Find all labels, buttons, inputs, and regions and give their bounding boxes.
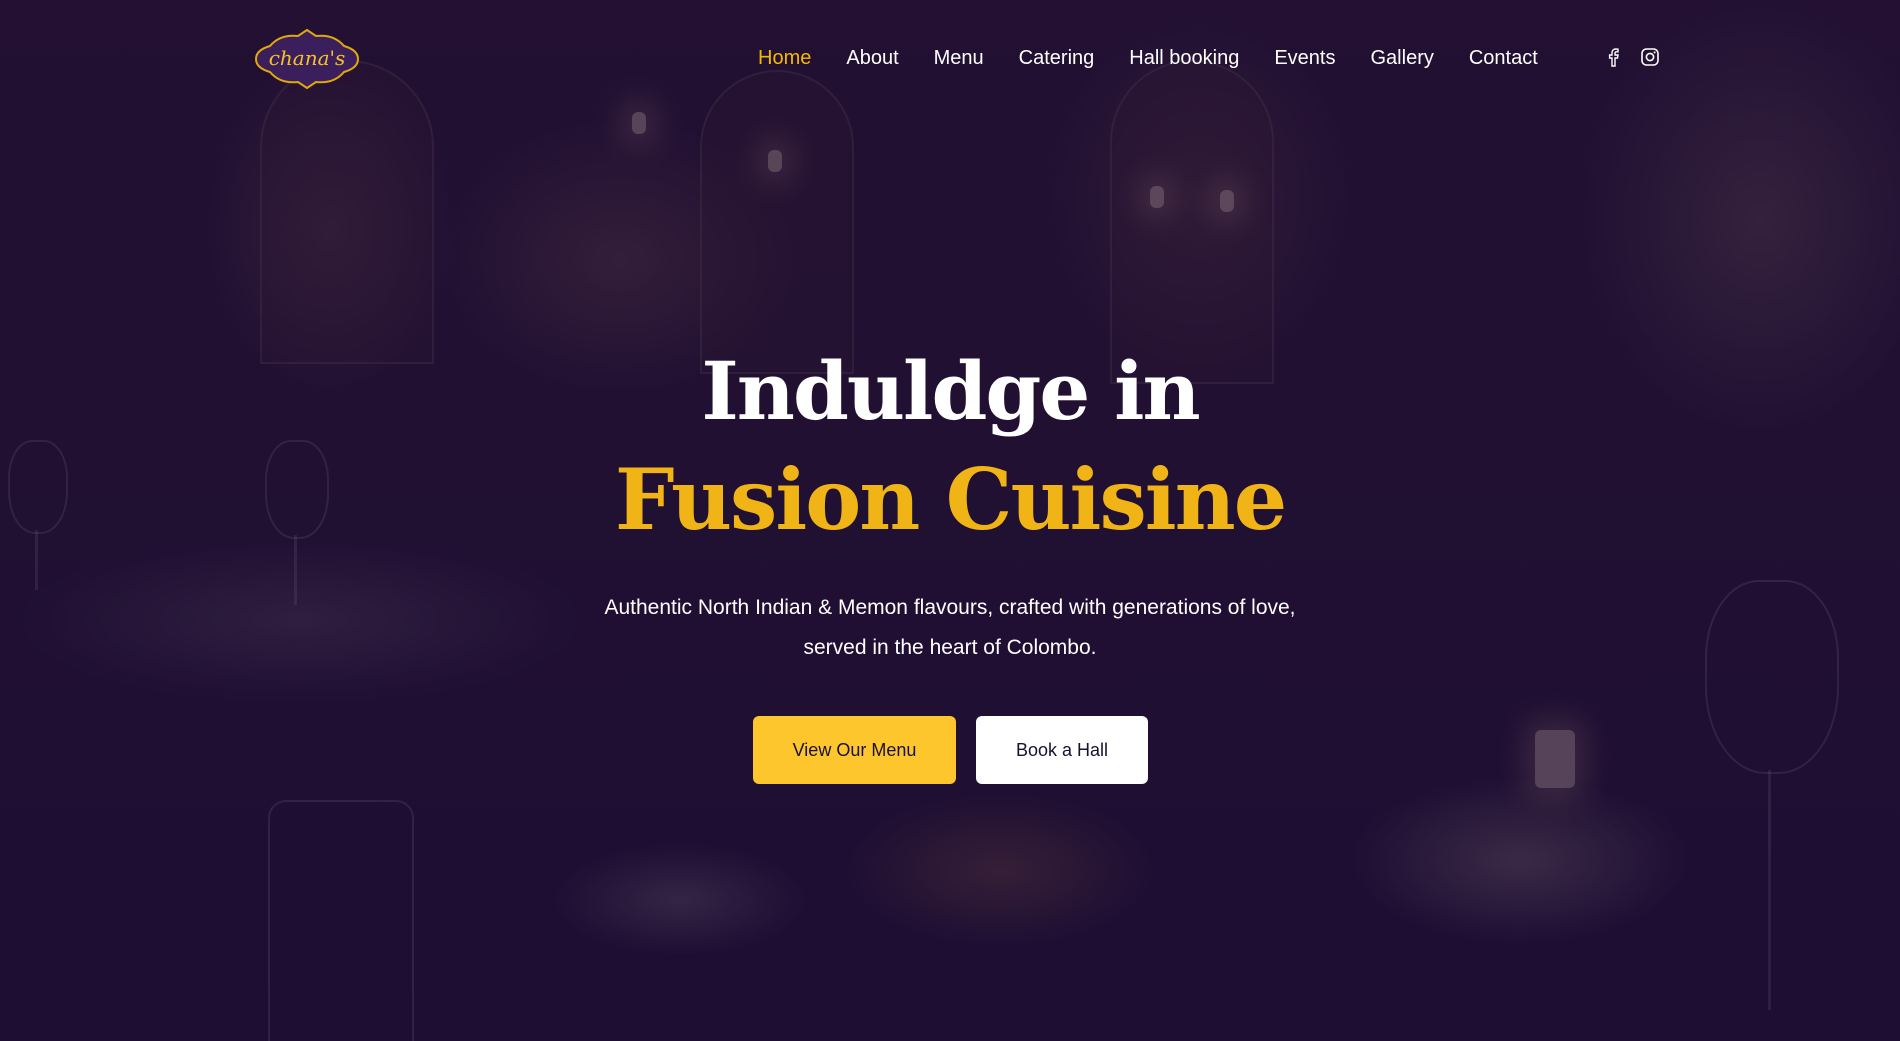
nav-item-hall-booking[interactable]: Hall booking	[1129, 46, 1239, 70]
book-hall-button[interactable]: Book a Hall	[976, 716, 1148, 784]
instagram-icon[interactable]	[1640, 47, 1660, 67]
hero-title-line1: Induldge in	[701, 344, 1200, 438]
hero-subtitle: Authentic North Indian & Memon flavours,…	[500, 588, 1400, 668]
brand-logo[interactable]: chana's	[254, 28, 360, 90]
nav-item-contact[interactable]: Contact	[1469, 46, 1538, 70]
main-menu: Home About Menu Catering Hall booking Ev…	[758, 46, 1573, 70]
hero-subtitle-line2: served in the heart of Colombo.	[803, 636, 1097, 659]
logo-text: chana's	[268, 46, 346, 70]
hero-subtitle-line1: Authentic North Indian & Memon flavours,…	[604, 596, 1296, 619]
nav-item-gallery[interactable]: Gallery	[1371, 46, 1434, 70]
social-links	[1604, 47, 1660, 67]
view-menu-button[interactable]: View Our Menu	[753, 716, 956, 784]
top-navigation: chana's Home About Menu Catering Hall bo…	[0, 0, 1900, 110]
hero-section: chana's Home About Menu Catering Hall bo…	[0, 0, 1900, 1041]
nav-item-home[interactable]: Home	[758, 46, 811, 70]
facebook-icon[interactable]	[1604, 47, 1624, 67]
hero-title-line2: Fusion Cuisine	[614, 450, 1287, 549]
nav-item-catering[interactable]: Catering	[1019, 46, 1095, 70]
nav-item-menu[interactable]: Menu	[934, 46, 984, 70]
nav-item-about[interactable]: About	[846, 46, 898, 70]
nav-item-events[interactable]: Events	[1274, 46, 1335, 70]
